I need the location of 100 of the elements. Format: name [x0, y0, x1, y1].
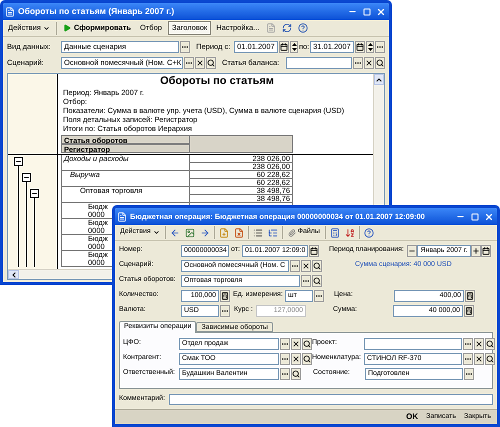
- choose-button[interactable]: [280, 368, 290, 380]
- calculator-icon: [221, 292, 229, 300]
- help-icon: [298, 23, 308, 33]
- delete-document-icon: [234, 228, 244, 238]
- open-button[interactable]: [485, 338, 495, 350]
- choose-button[interactable]: [290, 260, 300, 272]
- choose-button[interactable]: [375, 41, 385, 53]
- clear-icon: [475, 340, 483, 348]
- choose-button[interactable]: [220, 304, 230, 316]
- calculator-button[interactable]: [464, 304, 474, 316]
- search-icon: [486, 340, 494, 348]
- choose-button[interactable]: [280, 352, 290, 364]
- open-button[interactable]: [291, 368, 301, 380]
- choose-button[interactable]: [314, 290, 324, 302]
- play-icon: [62, 24, 71, 32]
- clear-button[interactable]: [364, 57, 374, 69]
- up-down-arrows-icon: [368, 43, 373, 51]
- clear-button[interactable]: [301, 260, 311, 272]
- choose-button[interactable]: [301, 274, 311, 286]
- maximize-icon: [362, 8, 370, 16]
- calendar-icon: [482, 246, 490, 254]
- document-icon: [266, 23, 276, 33]
- forward-icon: [200, 228, 210, 238]
- calculator-button[interactable]: [465, 290, 475, 302]
- collapse-button[interactable]: [14, 157, 23, 166]
- clear-icon: [196, 59, 204, 67]
- calendar-button[interactable]: [481, 244, 491, 256]
- clear-button[interactable]: [195, 57, 205, 69]
- chevron-up-icon: [375, 76, 383, 84]
- calendar-icon: [310, 246, 318, 254]
- calendar-button[interactable]: [355, 41, 366, 53]
- plus-icon: [472, 246, 480, 254]
- help-button[interactable]: [296, 21, 310, 35]
- search-icon: [303, 354, 311, 362]
- clear-button[interactable]: [291, 338, 301, 350]
- refresh-icon: [282, 23, 292, 33]
- maximize-icon: [470, 212, 478, 220]
- close-button[interactable]: [483, 211, 494, 222]
- text-field[interactable]: [364, 338, 462, 350]
- maximize-button[interactable]: [469, 211, 480, 222]
- search-icon: [376, 59, 384, 67]
- clear-icon: [292, 340, 300, 348]
- calculator-icon: [465, 306, 473, 314]
- search-icon: [303, 340, 311, 348]
- scroll-left-button[interactable]: [8, 270, 19, 279]
- calendar-button[interactable]: [279, 41, 290, 53]
- minus-icon: [23, 174, 30, 181]
- maximize-button[interactable]: [361, 6, 372, 17]
- caret-icon: [152, 229, 160, 236]
- choose-button[interactable]: [280, 338, 290, 350]
- open-button[interactable]: [206, 57, 216, 69]
- calculator-button[interactable]: [220, 290, 230, 302]
- comment-field[interactable]: [169, 394, 493, 404]
- window-title: Обороты по статьям (Январь 2007 г.): [18, 5, 176, 18]
- open-button[interactable]: [485, 352, 495, 364]
- collapse-button[interactable]: [30, 189, 39, 198]
- choose-button[interactable]: [353, 57, 363, 69]
- choose-button[interactable]: [464, 368, 474, 380]
- open-button[interactable]: [302, 352, 312, 364]
- paperclip-icon: [288, 228, 296, 236]
- calendar-icon: [280, 43, 288, 51]
- search-icon: [313, 276, 321, 284]
- clear-icon: [302, 262, 310, 270]
- clear-icon: [475, 354, 483, 362]
- open-button[interactable]: [302, 338, 312, 350]
- clear-icon: [365, 59, 373, 67]
- close-button[interactable]: [375, 6, 386, 17]
- search-icon: [486, 354, 494, 362]
- choose-button[interactable]: [184, 57, 194, 69]
- open-button[interactable]: [312, 260, 322, 272]
- clear-button[interactable]: [474, 338, 484, 350]
- choose-button[interactable]: [463, 352, 473, 364]
- dialog-button[interactable]: OK: [403, 411, 422, 423]
- clear-icon: [292, 354, 300, 362]
- decrease-button[interactable]: [407, 244, 417, 256]
- scroll-up-button[interactable]: [374, 74, 384, 85]
- clear-button[interactable]: [474, 352, 484, 364]
- choose-button[interactable]: [180, 41, 190, 53]
- choose-button[interactable]: [463, 338, 473, 350]
- text-field[interactable]: [286, 57, 352, 69]
- back-icon: [170, 228, 180, 238]
- new-document-icon: [218, 228, 229, 238]
- calculator-icon: [466, 292, 474, 300]
- spin-button[interactable]: [290, 41, 298, 53]
- open-button[interactable]: [312, 274, 322, 286]
- report-title: Обороты по статьям: [159, 74, 275, 88]
- calendar-icon: [356, 43, 364, 51]
- collapse-button[interactable]: [22, 173, 31, 182]
- close-icon: [484, 212, 494, 222]
- picture-icon: [184, 228, 195, 238]
- search-icon: [207, 59, 215, 67]
- search-icon: [313, 262, 321, 270]
- open-button[interactable]: [375, 57, 385, 69]
- chevron-left-icon: [10, 270, 18, 278]
- calendar-button[interactable]: [309, 244, 319, 256]
- clear-button[interactable]: [291, 352, 301, 364]
- help-button[interactable]: [362, 226, 376, 240]
- document-icon: [117, 212, 127, 222]
- increase-button[interactable]: [471, 244, 481, 256]
- spin-button[interactable]: [366, 41, 374, 53]
